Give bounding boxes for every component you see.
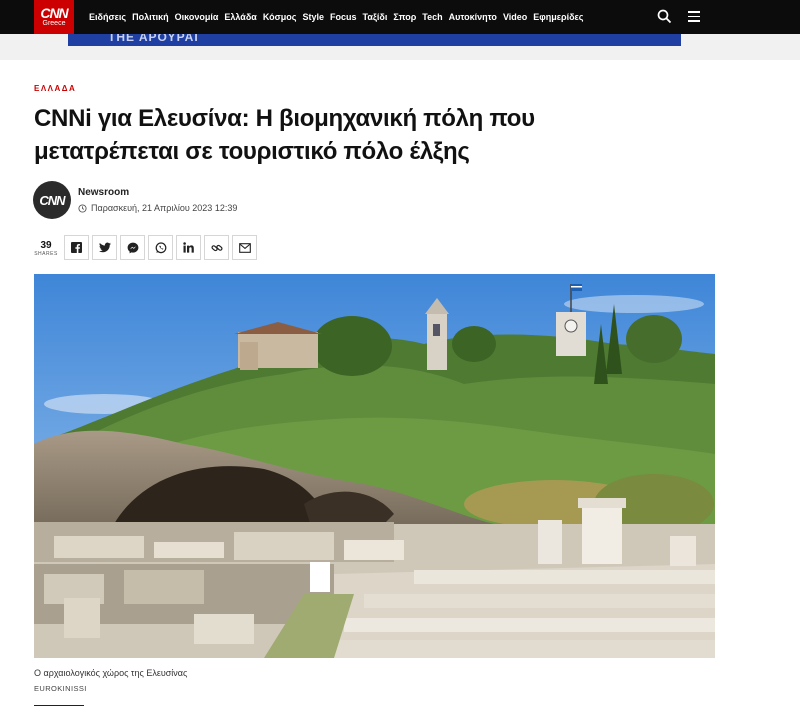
main-menu: Ειδήσεις Πολιτική Οικονομία Ελλάδα Κόσμο… bbox=[89, 0, 589, 34]
nav-item-tech[interactable]: Tech bbox=[422, 12, 442, 22]
copy-link-button[interactable] bbox=[204, 235, 229, 260]
publish-date-text: Παρασκευή, 21 Απριλίου 2023 12:39 bbox=[91, 203, 238, 213]
author-name[interactable]: Newsroom bbox=[78, 187, 129, 198]
linkedin-icon bbox=[183, 242, 194, 253]
share-count-label: SHARES bbox=[34, 251, 58, 257]
email-icon bbox=[238, 242, 251, 253]
image-credit: EUROKINISSI bbox=[34, 684, 87, 693]
share-twitter-button[interactable] bbox=[92, 235, 117, 260]
top-navigation-bar: CNN Greece Ειδήσεις Πολιτική Οικονομία Ε… bbox=[0, 0, 800, 34]
section-divider bbox=[34, 705, 84, 706]
link-icon bbox=[210, 244, 223, 251]
share-count-number: 39 bbox=[40, 240, 52, 251]
article-category[interactable]: ΕΛΛΑΔΑ bbox=[34, 84, 76, 93]
share-linkedin-button[interactable] bbox=[176, 235, 201, 260]
nav-item-video[interactable]: Video bbox=[503, 12, 527, 22]
nav-item-style[interactable]: Style bbox=[302, 12, 324, 22]
nav-item-spor[interactable]: Σπορ bbox=[393, 12, 416, 22]
nav-item-ellada[interactable]: Ελλάδα bbox=[224, 12, 256, 22]
share-email-button[interactable] bbox=[232, 235, 257, 260]
share-facebook-button[interactable] bbox=[64, 235, 89, 260]
cnn-greece-logo[interactable]: CNN Greece bbox=[34, 0, 74, 34]
nav-item-efimerides[interactable]: Εφημερίδες bbox=[533, 12, 583, 22]
nav-item-politiki[interactable]: Πολιτική bbox=[132, 12, 169, 22]
messenger-icon bbox=[127, 242, 138, 253]
nav-item-kosmos[interactable]: Κόσμος bbox=[263, 12, 297, 22]
image-caption: Ο αρχαιολογικός χώρος της Ελευσίνας bbox=[34, 668, 188, 678]
share-messenger-button[interactable] bbox=[120, 235, 145, 260]
clock-icon bbox=[78, 203, 87, 213]
ad-banner[interactable]: ΤΗΕ ΑΡΟΥΡΑΙ bbox=[68, 34, 681, 46]
share-count: 39 SHARES bbox=[34, 240, 58, 257]
facebook-icon bbox=[71, 242, 82, 253]
ad-text: ΤΗΕ ΑΡΟΥΡΑΙ bbox=[108, 34, 199, 44]
publish-date: Παρασκευή, 21 Απριλίου 2023 12:39 bbox=[78, 203, 237, 213]
nav-item-focus[interactable]: Focus bbox=[330, 12, 357, 22]
share-buttons bbox=[64, 235, 260, 260]
author-avatar[interactable]: CNN bbox=[33, 181, 71, 219]
search-icon[interactable] bbox=[657, 9, 672, 29]
nav-item-taxidi[interactable]: Ταξίδι bbox=[363, 12, 388, 22]
logo-subtext: Greece bbox=[42, 20, 66, 27]
article-hero-image[interactable] bbox=[34, 274, 715, 658]
whatsapp-icon bbox=[155, 241, 166, 253]
article-headline: CNNi για Ελευσίνα: Η βιομηχανική πόλη πο… bbox=[34, 105, 535, 165]
nav-item-aftokinito[interactable]: Αυτοκίνητο bbox=[449, 12, 497, 22]
share-whatsapp-button[interactable] bbox=[148, 235, 173, 260]
hamburger-menu-icon[interactable] bbox=[688, 11, 700, 23]
twitter-icon bbox=[98, 242, 111, 253]
avatar-logo-text: CNN bbox=[39, 192, 65, 208]
logo-text: CNN bbox=[40, 5, 68, 21]
nav-item-oikonomia[interactable]: Οικονομία bbox=[175, 12, 219, 22]
nav-item-eidiseis[interactable]: Ειδήσεις bbox=[89, 12, 126, 22]
